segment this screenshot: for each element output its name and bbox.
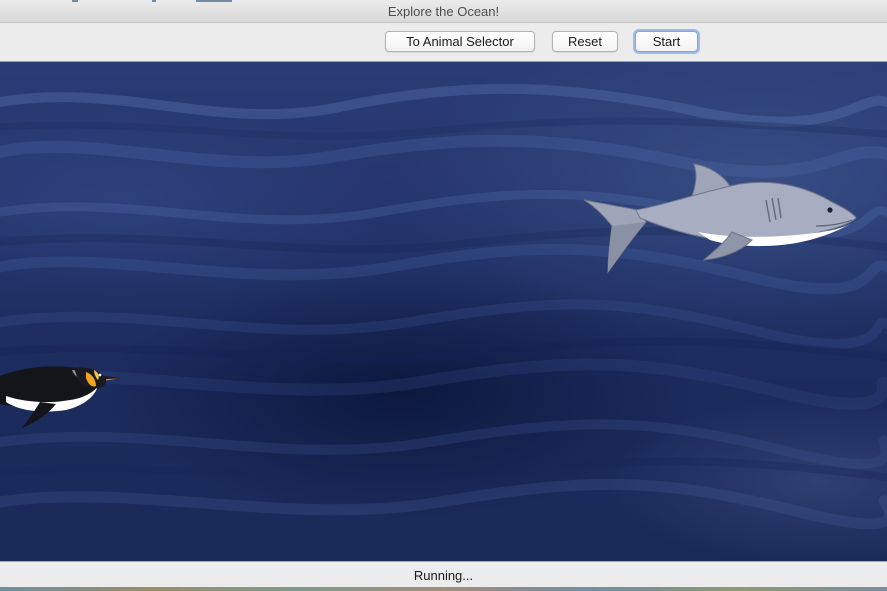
status-bar: Running... [0,561,887,587]
reset-button[interactable]: Reset [552,31,618,52]
shark-sprite [583,163,857,274]
desktop-background-edge [0,587,887,591]
title-bar[interactable]: Explore the Ocean! [0,0,887,23]
title-bar-edge [196,0,232,2]
start-button[interactable]: Start [635,31,698,52]
toolbar: To Animal Selector Reset Start [0,23,887,62]
ocean-canvas [0,62,887,561]
status-text: Running... [413,568,474,583]
penguin-sprite [0,366,120,428]
window-title: Explore the Ocean! [387,4,500,19]
title-bar-edge [152,0,156,2]
title-bar-edge [72,0,78,2]
app-window: Explore the Ocean! To Animal Selector Re… [0,0,887,591]
to-animal-selector-button[interactable]: To Animal Selector [385,31,535,52]
ocean-background [0,83,887,530]
